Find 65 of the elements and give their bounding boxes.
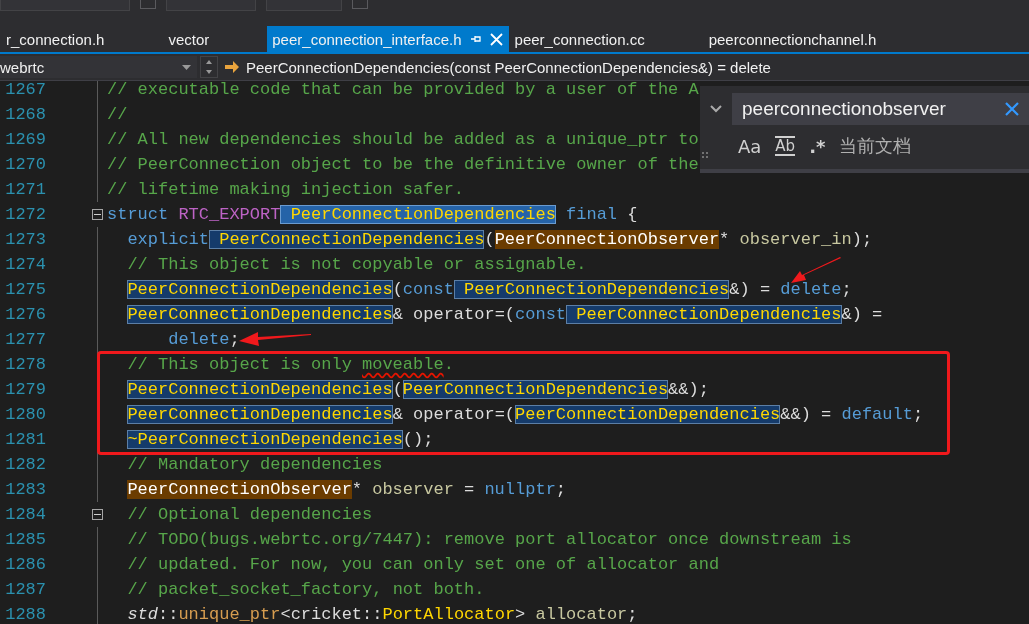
code-line: // <box>107 105 128 124</box>
code-line: struct RTC_EXPORT PeerConnectionDependencies final { <box>107 205 638 224</box>
line-number: 1288 <box>4 605 46 624</box>
code-line: PeerConnectionDependencies(PeerConnectionDependencies&&); <box>126 380 709 399</box>
line-number: 1282 <box>4 455 46 474</box>
toolbar-icon[interactable] <box>140 0 156 9</box>
line-number: 1279 <box>4 380 46 399</box>
line-number: 1277 <box>4 330 46 349</box>
code-line: // Optional dependencies <box>126 505 373 524</box>
code-line: std::unique_ptr<cricket::PortAllocator> allocator; <box>126 605 638 624</box>
code-line: // lifetime making injection safer. <box>107 180 465 199</box>
line-number: 1283 <box>4 480 46 499</box>
line-number: 1276 <box>4 305 46 324</box>
code-line: PeerConnectionDependencies(const PeerConnectionDependencies&) = delete; <box>126 280 852 299</box>
chevron-down-icon[interactable] <box>710 105 722 113</box>
line-number: 1273 <box>4 230 46 249</box>
line-number: 1270 <box>4 155 46 174</box>
collapse-icon[interactable] <box>92 509 103 520</box>
code-line: delete; <box>167 330 240 349</box>
toolbar-icon[interactable] <box>352 0 368 9</box>
spin-buttons[interactable] <box>200 56 218 78</box>
line-number: 1269 <box>4 130 46 149</box>
file-tab[interactable]: r_connection.h <box>0 26 163 52</box>
line-number: 1275 <box>4 280 46 299</box>
line-number: 1280 <box>4 405 46 424</box>
code-line: // PeerConnection object to be the definitive owner of the <box>107 155 699 174</box>
code-line: // Mandatory dependencies <box>126 455 383 474</box>
code-line: // This object is not copyable or assignable. <box>126 255 587 274</box>
code-line: // packet_socket_factory, not both. <box>126 580 485 599</box>
line-number: 1285 <box>4 530 46 549</box>
code-line: PeerConnectionDependencies& operator=(const PeerConnectionDependencies&) = <box>126 305 883 324</box>
search-field[interactable]: peerconnectionobserver <box>732 93 1029 125</box>
code-line: // updated. For now, you can only set one of allocator and <box>126 555 720 574</box>
scope-dropdown[interactable]: webrtc <box>0 56 197 78</box>
find-option-toggle[interactable]: .* <box>809 135 826 157</box>
file-tab[interactable]: vector <box>162 26 268 52</box>
code-line: explicit PeerConnectionDependencies(PeerConnectionObserver* observer_in); <box>126 230 873 249</box>
collapse-icon[interactable] <box>92 209 103 220</box>
file-tab[interactable]: peerconnectionchannel.h <box>702 26 935 52</box>
caret-icon <box>182 64 191 70</box>
file-tab[interactable]: peer_connection_interface.h <box>267 26 509 52</box>
file-tab[interactable]: peer_connection.cc <box>508 26 703 52</box>
code-line: // All new dependencies should be added as a unique_ptr to <box>107 130 699 149</box>
line-number: 1271 <box>4 180 46 199</box>
annotation-arrow <box>790 257 842 284</box>
line-number: 1287 <box>4 580 46 599</box>
close-icon[interactable] <box>1005 102 1019 116</box>
line-number: 1286 <box>4 555 46 574</box>
arrow-icon <box>224 60 240 74</box>
member-dropdown[interactable]: PeerConnectionDependencies(const PeerConnectionDependencies&) = delete <box>246 58 771 76</box>
line-number: 1281 <box>4 430 46 449</box>
code-line: // TODO(bugs.webrtc.org/7447): remove port allocator once downstream is <box>126 530 852 549</box>
pin-icon[interactable] <box>469 33 482 45</box>
find-option-toggle[interactable]: Ab <box>775 136 796 156</box>
line-number: 1267 <box>4 81 46 99</box>
find-option-toggle[interactable]: Aa <box>738 135 762 157</box>
code-line: // This object is only moveable. <box>126 355 454 374</box>
code-line: // executable code that can be provided by a user of the A <box>107 81 699 99</box>
search-scope[interactable]: 当前文档 <box>839 134 912 158</box>
code-line: PeerConnectionDependencies& operator=(PeerConnectionDependencies&&) = default; <box>126 405 924 424</box>
line-number: 1268 <box>4 105 46 124</box>
line-number: 1278 <box>4 355 46 374</box>
line-number: 1274 <box>4 255 46 274</box>
line-number: 1284 <box>4 505 46 524</box>
line-number: 1272 <box>4 205 46 224</box>
